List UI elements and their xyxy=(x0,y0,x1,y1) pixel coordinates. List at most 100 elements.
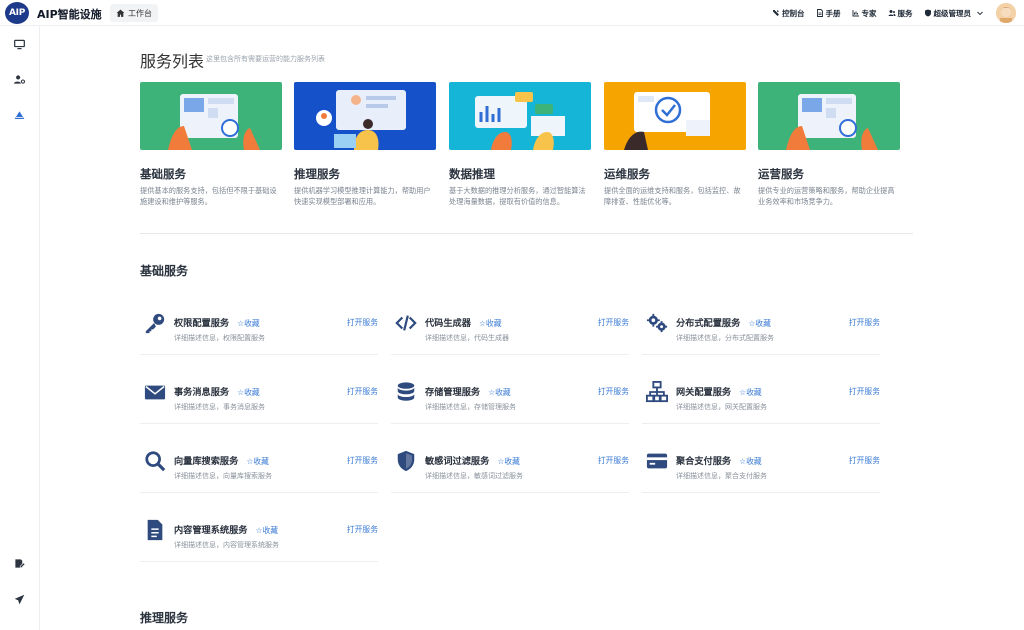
category-name: 数据推理 xyxy=(449,167,495,181)
category-card-ops[interactable]: 运维服务 提供全面的运维支持和服务，包括监控、故障排查、性能优化等。 xyxy=(604,82,746,207)
nav-admin-menu[interactable]: 超级管理员 xyxy=(924,8,985,19)
open-service-link[interactable]: 打开服务 xyxy=(849,317,880,328)
service-name: 存储管理服务 xyxy=(425,387,481,398)
favorite-button[interactable]: ☆收藏 xyxy=(479,319,502,328)
category-name: 运营服务 xyxy=(758,167,804,181)
category-card-data-inference[interactable]: 数据推理 基于大数据的推理分析服务，通过智能算法处理海量数据，提取有价值的信息。 xyxy=(449,82,591,207)
service-name: 内容管理系统服务 xyxy=(174,525,248,536)
open-service-link[interactable]: 打开服务 xyxy=(598,455,629,466)
open-service-link[interactable]: 打开服务 xyxy=(598,317,629,328)
avatar[interactable] xyxy=(996,3,1016,23)
service-name: 权限配置服务 xyxy=(174,318,230,329)
monitor-icon xyxy=(13,39,25,49)
database-icon xyxy=(395,381,417,403)
tools-icon xyxy=(773,10,779,16)
nav-expert[interactable]: 专家 xyxy=(852,8,877,19)
sidebar-item-services[interactable] xyxy=(12,108,26,122)
nav-service[interactable]: 服务 xyxy=(888,8,913,19)
category-name: 运维服务 xyxy=(604,167,650,181)
send-icon xyxy=(14,594,24,604)
open-service-link[interactable]: 打开服务 xyxy=(347,455,378,466)
service-item: 内容管理系统服务 ☆收藏 详细描述信息，内容管理系统服务 打开服务 xyxy=(140,504,378,562)
favorite-button[interactable]: ☆收藏 xyxy=(739,457,762,466)
service-item: 权限配置服务 ☆收藏 详细描述信息，权限配置服务 打开服务 xyxy=(140,297,378,355)
nav-admin-label: 超级管理员 xyxy=(933,8,972,18)
service-item: 事务消息服务 ☆收藏 详细描述信息，事务消息服务 打开服务 xyxy=(140,366,378,424)
category-card-basic[interactable]: 基础服务 提供基本的服务支持，包括但不限于基础设施建设和维护等服务。 xyxy=(140,82,282,207)
tab-workbench[interactable]: 工作台 xyxy=(110,4,158,22)
service-detail: 详细描述信息，事务消息服务 xyxy=(174,403,265,411)
service-item: 向量库搜索服务 ☆收藏 详细描述信息，向量库搜索服务 打开服务 xyxy=(140,435,378,493)
chevron-down-icon xyxy=(977,11,983,16)
service-detail: 详细描述信息，网关配置服务 xyxy=(676,403,767,411)
file-icon xyxy=(144,519,166,541)
category-illustration xyxy=(604,82,746,150)
favorite-button[interactable]: ☆收藏 xyxy=(246,457,269,466)
users-icon xyxy=(888,10,895,16)
service-detail: 详细描述信息，聚合支付服务 xyxy=(676,472,767,480)
nav-manual[interactable]: 手册 xyxy=(816,8,841,19)
service-name: 事务消息服务 xyxy=(174,387,230,398)
nav-manual-label: 手册 xyxy=(825,8,841,18)
user-settings-icon xyxy=(13,74,25,84)
open-service-link[interactable]: 打开服务 xyxy=(347,386,378,397)
key-icon xyxy=(144,312,166,334)
service-detail: 详细描述信息，敏感词过滤服务 xyxy=(425,472,523,480)
section-title: 基础服务 xyxy=(140,264,189,278)
service-item: 网关配置服务 ☆收藏 详细描述信息，网关配置服务 打开服务 xyxy=(642,366,880,424)
nav-console-label: 控制台 xyxy=(782,8,805,18)
category-illustration xyxy=(758,82,900,150)
category-name: 基础服务 xyxy=(140,167,186,181)
open-service-link[interactable]: 打开服务 xyxy=(849,386,880,397)
main-content: 服务列表 这里包含所有需要运营的能力服务列表 基础服务 提供基本的服务支持，包括… xyxy=(40,26,1024,630)
divider xyxy=(140,233,913,234)
chart-icon xyxy=(852,10,859,17)
favorite-button[interactable]: ☆收藏 xyxy=(237,388,260,397)
service-name: 代码生成器 xyxy=(425,318,471,329)
app-title: AIP智能设施 xyxy=(37,8,102,21)
network-icon xyxy=(646,381,668,403)
open-service-link[interactable]: 打开服务 xyxy=(598,386,629,397)
favorite-button[interactable]: ☆收藏 xyxy=(497,457,520,466)
app-logo[interactable]: AIP xyxy=(5,2,29,24)
home-icon xyxy=(116,9,125,17)
favorite-button[interactable]: ☆收藏 xyxy=(748,319,771,328)
category-desc: 提供全面的运维支持和服务，包括监控、故障排查、性能优化等。 xyxy=(604,186,741,206)
open-service-link[interactable]: 打开服务 xyxy=(347,317,378,328)
service-name: 网关配置服务 xyxy=(676,387,732,398)
service-detail: 详细描述信息，向量库搜索服务 xyxy=(174,472,272,480)
service-detail: 详细描述信息，分布式配置服务 xyxy=(676,334,774,342)
service-item: 聚合支付服务 ☆收藏 详细描述信息，聚合支付服务 打开服务 xyxy=(642,435,880,493)
favorite-button[interactable]: ☆收藏 xyxy=(237,319,260,328)
gears-icon xyxy=(646,312,668,334)
open-service-link[interactable]: 打开服务 xyxy=(849,455,880,466)
favorite-button[interactable]: ☆收藏 xyxy=(488,388,511,397)
open-service-link[interactable]: 打开服务 xyxy=(347,524,378,535)
nav-service-label: 服务 xyxy=(897,8,913,18)
category-card-operations[interactable]: 运营服务 提供专业的运营策略和服务，帮助企业提高业务效率和市场竞争力。 xyxy=(758,82,900,207)
credit-card-icon xyxy=(646,450,668,472)
shield-icon xyxy=(395,450,417,472)
search-icon xyxy=(144,450,166,472)
favorite-button[interactable]: ☆收藏 xyxy=(739,388,762,397)
sidebar-item-users[interactable] xyxy=(12,72,26,86)
sidebar xyxy=(0,26,40,630)
category-illustration xyxy=(449,82,591,150)
favorite-button[interactable]: ☆收藏 xyxy=(256,526,279,535)
sidebar-item-edit[interactable] xyxy=(12,556,26,570)
service-name: 敏感词过滤服务 xyxy=(425,456,490,467)
shield-icon xyxy=(924,9,931,17)
service-detail: 详细描述信息，内容管理系统服务 xyxy=(174,541,279,549)
category-illustration xyxy=(294,82,436,150)
service-item: 存储管理服务 ☆收藏 详细描述信息，存储管理服务 打开服务 xyxy=(391,366,629,424)
edit-doc-icon xyxy=(14,558,25,568)
page-title: 服务列表 xyxy=(140,52,205,71)
service-item: 分布式配置服务 ☆收藏 详细描述信息，分布式配置服务 打开服务 xyxy=(642,297,880,355)
nav-console[interactable]: 控制台 xyxy=(772,8,805,19)
service-name: 聚合支付服务 xyxy=(676,456,732,467)
sidebar-item-dashboard[interactable] xyxy=(12,37,26,51)
sidebar-item-send[interactable] xyxy=(12,592,26,606)
service-detail: 详细描述信息，存储管理服务 xyxy=(425,403,516,411)
layers-icon xyxy=(14,110,24,119)
category-card-inference[interactable]: 推理服务 提供机器学习模型推理计算能力，帮助用户快速实现模型部署和应用。 xyxy=(294,82,436,207)
